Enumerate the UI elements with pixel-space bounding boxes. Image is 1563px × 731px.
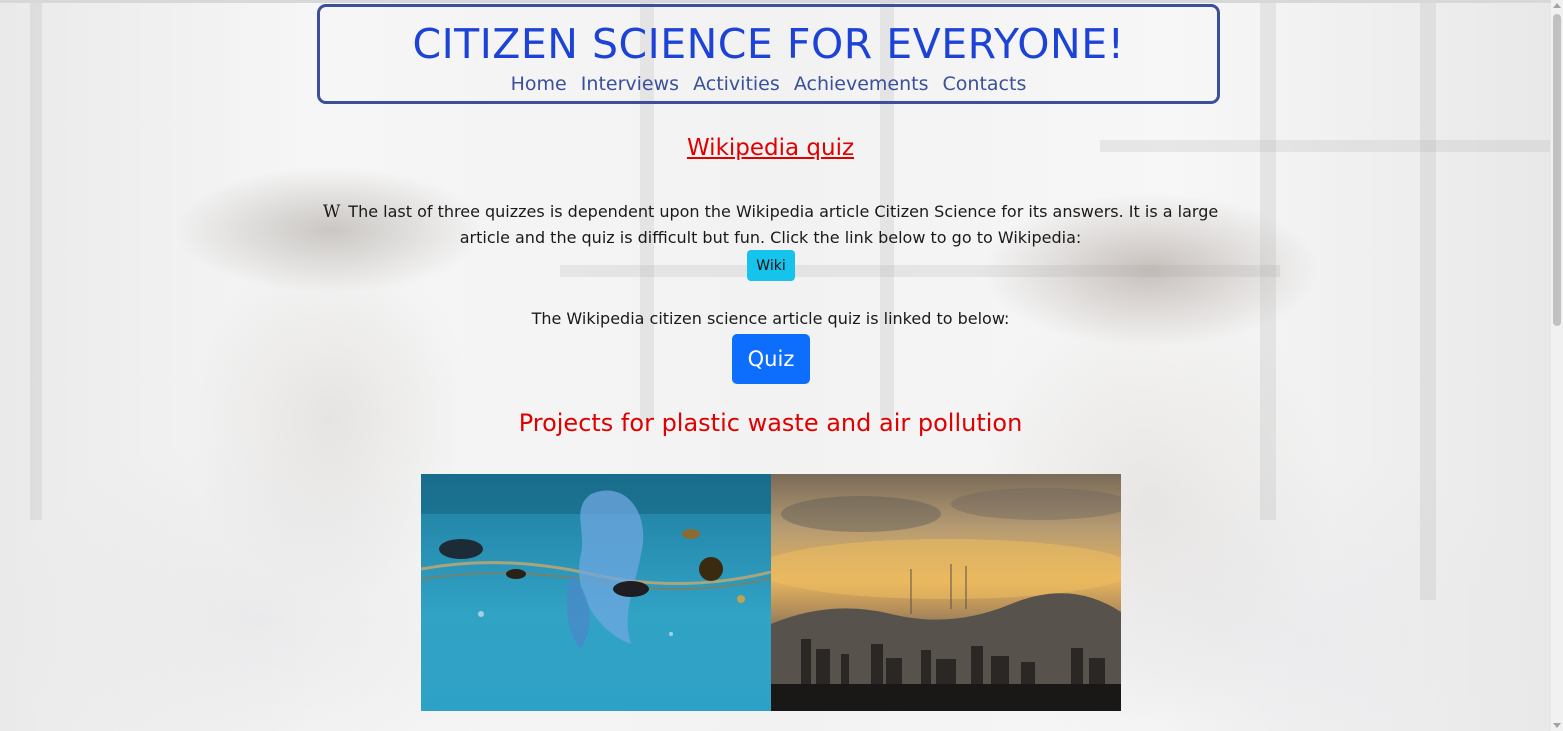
main-nav: Home Interviews Activities Achievements … <box>320 72 1217 96</box>
wikipedia-icon: W <box>322 202 341 222</box>
quiz-intro-text: The Wikipedia citizen science article qu… <box>531 309 1010 328</box>
scroll-down-icon[interactable] <box>1553 723 1561 728</box>
ocean-illustration <box>421 474 771 649</box>
intro-text: The last of three quizzes is dependent u… <box>348 202 1219 247</box>
browser-top-edge <box>0 0 1563 3</box>
page: CITIZEN SCIENCE FOR EVERYONE! Home Inter… <box>0 0 1563 731</box>
city-illustration <box>771 488 1121 711</box>
nav-achievements-link[interactable]: Achievements <box>794 73 929 95</box>
nav-home-link[interactable]: Home <box>511 73 567 95</box>
nav-contacts-link[interactable]: Contacts <box>943 73 1027 95</box>
site-title: CITIZEN SCIENCE FOR EVERYONE! <box>412 20 1125 68</box>
scrollbar-thumb[interactable] <box>1553 14 1561 326</box>
air-pollution-city-image <box>771 474 1121 711</box>
plastic-waste-ocean-image <box>421 474 771 711</box>
nav-activities-link[interactable]: Activities <box>693 73 780 95</box>
projects-heading: Projects for plastic waste and air pollu… <box>518 409 1023 437</box>
quiz-button[interactable]: Quiz <box>732 334 810 384</box>
site-header: CITIZEN SCIENCE FOR EVERYONE! Home Inter… <box>317 4 1220 104</box>
wiki-button[interactable]: Wiki <box>747 250 795 281</box>
scroll-up-icon[interactable] <box>1553 3 1561 8</box>
nav-interviews-link[interactable]: Interviews <box>581 73 679 95</box>
wikipedia-quiz-heading: Wikipedia quiz <box>686 135 855 161</box>
page-scrollbar[interactable] <box>1551 0 1563 731</box>
intro-paragraph: W The last of three quizzes is dependent … <box>300 199 1241 251</box>
